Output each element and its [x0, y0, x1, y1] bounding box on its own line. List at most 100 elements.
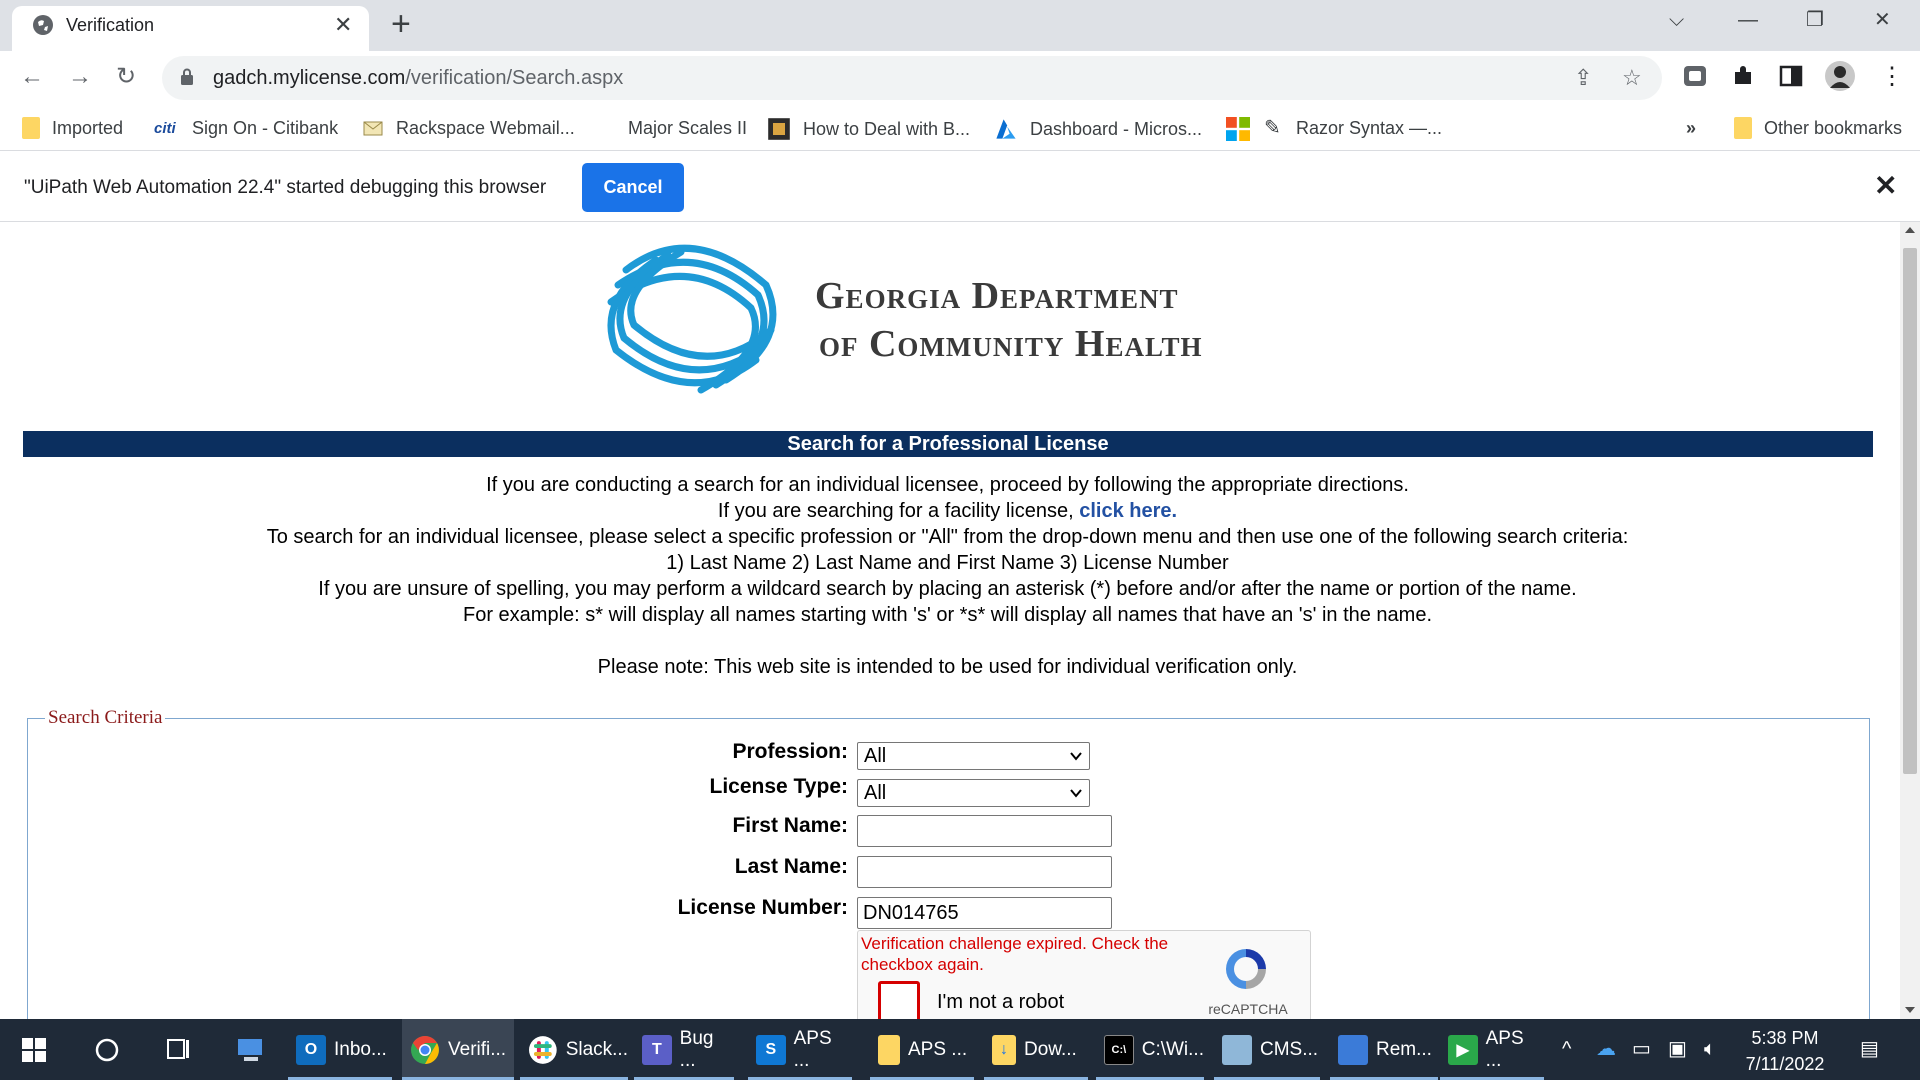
taskbar-uipath[interactable]: ▶ APS ...	[1440, 1019, 1544, 1080]
organization-name: Georgia Department of Community Health	[815, 272, 1203, 368]
forward-icon[interactable]: →	[68, 63, 92, 91]
network-icon[interactable]: ▣	[1668, 1037, 1687, 1061]
bookmarks-bar: Imported citi Sign On - Citibank Rackspa…	[0, 105, 1920, 151]
bookmarks-overflow[interactable]: »	[1686, 117, 1696, 139]
taskbar-downloads[interactable]: ↓ Dow...	[984, 1019, 1088, 1080]
bookmark-major-scales[interactable]: Major Scales II	[628, 117, 747, 139]
other-bookmarks-label: Other bookmarks	[1764, 118, 1903, 138]
battery-icon[interactable]: ▭	[1632, 1037, 1651, 1061]
taskbar-label: Bug ...	[679, 1027, 714, 1071]
restore-icon[interactable]: ❐	[1806, 8, 1824, 32]
new-tab-icon[interactable]: +	[391, 7, 411, 41]
chrome-icon	[411, 1035, 439, 1064]
onedrive-icon[interactable]: ☁	[1596, 1037, 1616, 1061]
search-criteria-legend: Search Criteria	[48, 707, 163, 728]
profile-avatar[interactable]	[1824, 60, 1856, 92]
verification-note: Please note: This web site is intended t…	[597, 656, 1298, 678]
bookmark-citibank[interactable]: citi Sign On - Citibank	[154, 117, 338, 139]
terminal-icon: C:\	[1104, 1034, 1134, 1065]
notifications-icon[interactable]: ▤	[1860, 1037, 1879, 1061]
desktop-app-icon[interactable]	[236, 1035, 266, 1065]
reload-icon[interactable]: ↻	[116, 63, 136, 91]
share-icon[interactable]: ⇪	[1574, 66, 1592, 90]
taskbar-label: APS ...	[1485, 1027, 1524, 1071]
tab-title: Verification	[66, 15, 155, 35]
first-name-input[interactable]	[857, 815, 1112, 847]
bookmark-rackspace[interactable]: Rackspace Webmail...	[362, 117, 575, 139]
recaptcha-logo-icon	[1226, 949, 1266, 989]
instruction-text: If you are searching for a facility lice…	[717, 500, 1074, 522]
org-name-line1: Georgia Department	[815, 275, 1179, 317]
clock-time: 5:38 PM	[1751, 1028, 1819, 1048]
recaptcha-checkbox[interactable]	[878, 981, 920, 1019]
side-panel-icon[interactable]	[1778, 63, 1804, 89]
system-clock[interactable]: 5:38 PM 7/11/2022	[1730, 1025, 1840, 1077]
cancel-debugging-button[interactable]: Cancel	[582, 163, 684, 212]
extension-monitor-icon[interactable]	[1682, 63, 1708, 89]
taskbar-cms[interactable]: CMS...	[1214, 1019, 1320, 1080]
taskbar-terminal[interactable]: C:\ C:\Wi...	[1096, 1019, 1204, 1080]
taskbar-label: Inbo...	[334, 1038, 387, 1060]
tab-verification[interactable]: Verification ✕	[12, 6, 369, 51]
sharepoint-icon: S	[756, 1034, 786, 1065]
search-icon[interactable]	[95, 1038, 119, 1062]
profession-select[interactable]: All	[857, 742, 1090, 770]
profession-value: All	[864, 745, 887, 767]
extensions-puzzle-icon[interactable]	[1730, 63, 1756, 89]
back-icon[interactable]: ←	[20, 63, 44, 91]
taskbar-label: APS ...	[908, 1038, 968, 1060]
license-number-input[interactable]: DN014765	[857, 897, 1112, 929]
scrollbar-thumb[interactable]	[1903, 248, 1917, 774]
profession-label: Profession:	[732, 740, 848, 763]
windows-start-icon[interactable]	[22, 1038, 46, 1062]
bookmark-imported[interactable]: Imported	[22, 117, 123, 139]
globe-icon	[33, 15, 53, 35]
tab-close-icon[interactable]: ✕	[334, 14, 352, 36]
scroll-down-icon[interactable]	[1905, 1007, 1915, 1013]
last-name-input[interactable]	[857, 856, 1112, 888]
recaptcha-widget: Verification challenge expired. Check th…	[857, 930, 1311, 1019]
license-type-value: All	[864, 782, 887, 804]
other-bookmarks[interactable]: Other bookmarks	[1734, 117, 1902, 139]
taskbar-sharepoint[interactable]: S APS ...	[748, 1019, 852, 1080]
last-name-label: Last Name:	[734, 855, 848, 878]
clock-date: 7/11/2022	[1745, 1054, 1825, 1074]
taskbar-folder-aps[interactable]: APS ...	[870, 1019, 974, 1080]
address-bar[interactable]: gadch.mylicense.com/verification/Search.…	[162, 56, 1662, 100]
taskbar-outlook[interactable]: O Inbo...	[288, 1019, 392, 1080]
bookmark-how-to-deal[interactable]: How to Deal with B...	[767, 117, 970, 141]
taskbar-chrome[interactable]: Verifi...	[402, 1019, 514, 1080]
scroll-up-icon[interactable]	[1905, 227, 1915, 233]
outlook-icon: O	[296, 1034, 326, 1065]
chevron-down-icon	[1070, 789, 1082, 798]
close-window-icon[interactable]: ✕	[1874, 8, 1891, 32]
infobar-close-icon[interactable]: ✕	[1874, 172, 1897, 200]
facility-license-link[interactable]: click here.	[1079, 500, 1177, 522]
taskbar-teams[interactable]: T Bug ...	[634, 1019, 734, 1080]
bookmark-razor-syntax[interactable]: ✎ Razor Syntax —...	[1264, 117, 1442, 139]
minimize-icon[interactable]: —	[1738, 8, 1758, 32]
uipath-icon: ▶	[1448, 1034, 1478, 1065]
taskbar-remote-desktop[interactable]: Rem...	[1330, 1019, 1438, 1080]
taskbar-slack[interactable]: Slack...	[520, 1019, 628, 1080]
folder-icon	[1734, 117, 1752, 139]
bookmark-microsoft[interactable]	[1226, 117, 1250, 141]
task-view-icon[interactable]	[166, 1038, 192, 1062]
tab-search-chevron-icon[interactable]: ⌵	[1669, 8, 1684, 32]
citi-icon: citi	[154, 120, 176, 137]
bookmark-dashboard[interactable]: Dashboard - Micros...	[994, 117, 1202, 141]
book-icon	[768, 118, 790, 140]
license-number-label: License Number:	[677, 896, 848, 919]
show-hidden-icons-chevron-icon[interactable]: ^	[1562, 1037, 1571, 1061]
taskbar-label: APS ...	[793, 1027, 832, 1071]
folder-download-icon: ↓	[992, 1034, 1016, 1065]
page-scrollbar[interactable]	[1900, 222, 1920, 1019]
taskbar-label: Verifi...	[448, 1038, 507, 1060]
license-type-select[interactable]: All	[857, 779, 1090, 807]
taskbar-label: Dow...	[1024, 1038, 1077, 1060]
volume-icon[interactable]: 🔈︎	[1704, 1037, 1716, 1061]
kebab-menu-icon[interactable]: ⋮	[1880, 63, 1904, 91]
teams-icon: T	[642, 1034, 672, 1065]
bookmark-star-icon[interactable]: ☆	[1622, 66, 1642, 90]
mail-icon	[363, 121, 383, 136]
